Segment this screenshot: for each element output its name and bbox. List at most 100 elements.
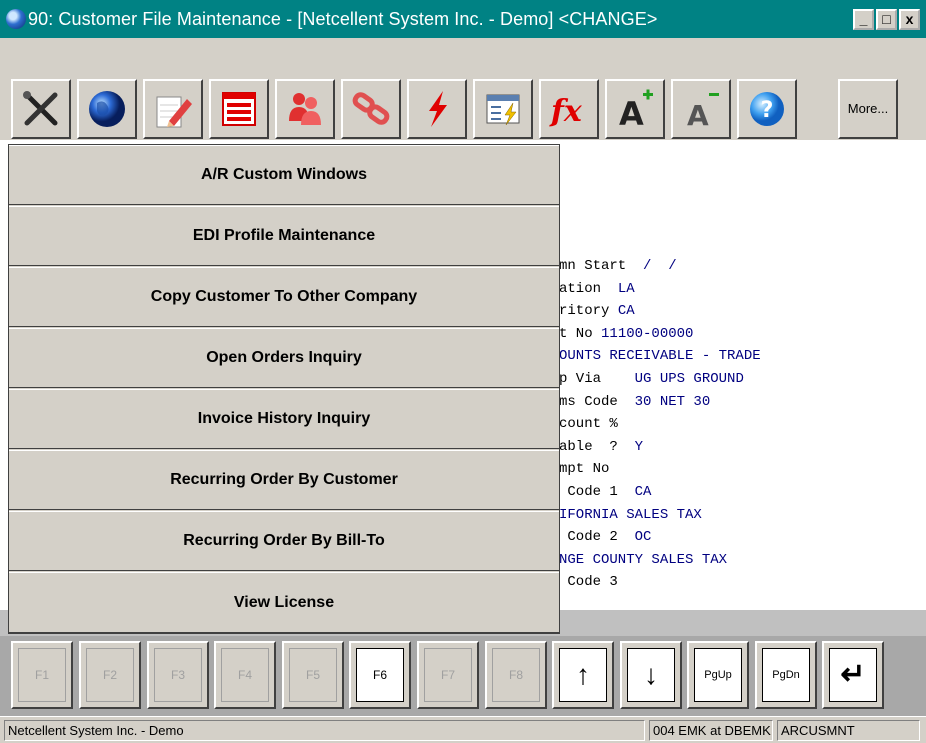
tools-x-icon — [23, 91, 58, 126]
form-field-row: Code 2 OC — [559, 526, 651, 548]
f5-key-label: F5 — [289, 648, 337, 702]
f7-key[interactable]: F7 — [417, 641, 479, 709]
form-field-label: Code 1 — [559, 484, 618, 500]
form-field-row: NGE COUNTY SALES TAX — [559, 549, 727, 571]
menu-item-open-orders-inquiry[interactable]: Open Orders Inquiry — [9, 328, 559, 388]
f7-key-label: F7 — [424, 648, 472, 702]
close-button[interactable]: x — [899, 9, 920, 30]
help-button[interactable]: ? — [737, 79, 797, 139]
links-button[interactable] — [341, 79, 401, 139]
window-title: 90: Customer File Maintenance - [Netcell… — [28, 9, 658, 29]
font-plus-icon: A — [619, 89, 653, 131]
form-field-label: mpt No — [559, 461, 610, 478]
form-field-row: mpt No — [559, 458, 609, 480]
toolbar: fx A A ? More... — [0, 38, 926, 140]
svg-text:A: A — [687, 99, 709, 131]
f1-key[interactable]: F1 — [11, 641, 73, 709]
app-globe-icon — [6, 9, 26, 29]
help-icon: ? — [750, 92, 784, 126]
minimize-button[interactable]: _ — [853, 9, 874, 30]
up-arrow-icon: ↑ — [559, 648, 607, 702]
f6-key[interactable]: F6 — [349, 641, 411, 709]
font-increase-button[interactable]: A — [605, 79, 665, 139]
people-icon — [289, 93, 321, 125]
more-menu: A/R Custom Windows EDI Profile Maintenan… — [8, 144, 560, 634]
form-field-label: able ? — [559, 438, 618, 455]
menu-item-recurring-order-by-bill-to[interactable]: Recurring Order By Bill-To — [9, 511, 559, 571]
form-field-label: Code 2 — [559, 529, 618, 546]
form-field-value: UG UPS GROUND — [601, 371, 744, 387]
chain-link-icon — [352, 92, 390, 125]
f2-key-label: F2 — [86, 648, 134, 702]
form-field-row: t No 11100-00000 — [559, 323, 693, 345]
more-button[interactable]: More... — [838, 79, 898, 139]
notepad-pencil-icon — [156, 96, 192, 128]
fx-icon: fx — [549, 94, 583, 129]
form-field-value: 11100-00000 — [601, 325, 694, 342]
pgup-key[interactable]: PgUp — [687, 641, 749, 709]
up-arrow-key[interactable]: ↑ — [552, 641, 614, 709]
f8-key-label: F8 — [492, 648, 540, 702]
form-field-label: mn Start — [559, 258, 627, 274]
menu-item-edi-profile-maintenance[interactable]: EDI Profile Maintenance — [9, 206, 559, 266]
report-button[interactable] — [473, 79, 533, 139]
f2-key[interactable]: F2 — [79, 641, 141, 709]
f5-key[interactable]: F5 — [282, 641, 344, 709]
f4-key-label: F4 — [221, 648, 269, 702]
globe-icon — [89, 91, 125, 127]
function-button[interactable]: fx — [539, 79, 599, 139]
font-decrease-button[interactable]: A — [671, 79, 731, 139]
form-field-label: count % — [559, 416, 618, 433]
notes-button[interactable] — [143, 79, 203, 139]
status-program: ARCUSMNT — [777, 720, 920, 741]
f6-key-label: F6 — [356, 648, 404, 702]
form-field-row: able ? Y — [559, 436, 643, 458]
form-field-label: ms Code — [559, 393, 618, 410]
form-field-row: IFORNIA SALES TAX — [559, 504, 702, 526]
form-field-label: Code 3 — [559, 574, 618, 591]
pgdn-key[interactable]: PgDn — [755, 641, 817, 709]
form-field-value: IFORNIA SALES TAX — [559, 506, 702, 523]
report-lightning-icon — [486, 94, 520, 126]
form-field-row: ms Code 30 NET 30 — [559, 391, 710, 413]
internet-button[interactable] — [77, 79, 137, 139]
lightning-icon — [429, 91, 447, 127]
form-field-label: p Via — [559, 371, 602, 387]
menu-item-invoice-history-inquiry[interactable]: Invoice History Inquiry — [9, 389, 559, 449]
menu-item-recurring-order-by-customer[interactable]: Recurring Order By Customer — [9, 450, 559, 510]
down-arrow-key[interactable]: ↓ — [620, 641, 682, 709]
form-field-label: ation — [559, 280, 602, 297]
font-minus-icon: A — [687, 93, 719, 131]
pgdn-key-label: PgDn — [762, 648, 810, 702]
f3-key[interactable]: F3 — [147, 641, 209, 709]
menu-item-copy-customer[interactable]: Copy Customer To Other Company — [9, 267, 559, 327]
status-user: 004 EMK at DBEMK — [649, 720, 773, 741]
quick-button[interactable] — [407, 79, 467, 139]
f3-key-label: F3 — [154, 648, 202, 702]
down-arrow-icon: ↓ — [627, 648, 675, 702]
form-field-row: count % — [559, 413, 618, 435]
menu-item-ar-custom-windows[interactable]: A/R Custom Windows — [9, 145, 559, 205]
menu-item-view-license[interactable]: View License — [9, 572, 559, 633]
form-field-row: OUNTS RECEIVABLE - TRADE — [559, 345, 761, 367]
maximize-button[interactable]: □ — [876, 9, 897, 30]
contacts-button[interactable] — [275, 79, 335, 139]
svg-text:A: A — [619, 95, 644, 131]
enter-key[interactable]: ↵ — [822, 641, 884, 709]
f8-key[interactable]: F8 — [485, 641, 547, 709]
form-field-value: 30 NET 30 — [617, 393, 711, 410]
form-field-row: ritory CA — [559, 300, 635, 322]
form-field-row: mn Start / / — [559, 255, 677, 277]
form-field-value: LA — [601, 280, 635, 297]
enter-arrow-icon: ↵ — [829, 648, 877, 702]
f4-key[interactable]: F4 — [214, 641, 276, 709]
pgup-key-label: PgUp — [694, 648, 742, 702]
svg-text:?: ? — [761, 98, 774, 123]
form-field-label: t No — [559, 325, 602, 342]
form-field-row: Code 3 — [559, 571, 618, 593]
exit-button[interactable] — [11, 79, 71, 139]
title-bar: 90: Customer File Maintenance - [Netcell… — [0, 0, 926, 38]
form-button[interactable] — [209, 79, 269, 139]
form-field-value: OUNTS RECEIVABLE - TRADE — [559, 348, 761, 365]
form-field-value: OC — [617, 529, 652, 546]
